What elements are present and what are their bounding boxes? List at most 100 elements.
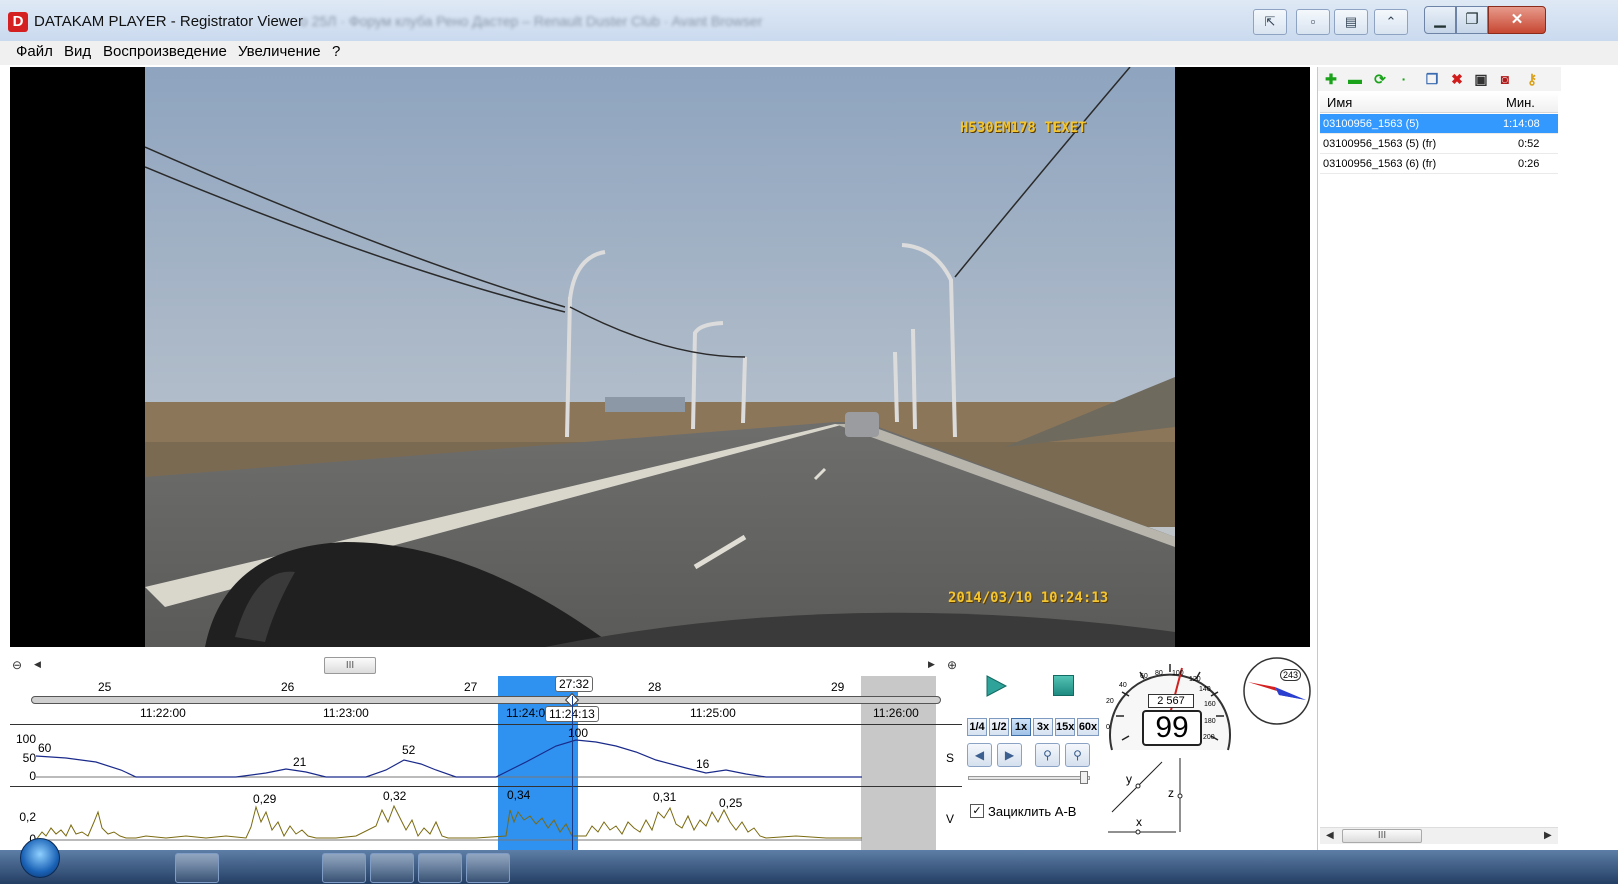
- menu-zoom[interactable]: Увеличение: [238, 43, 321, 60]
- taskbar-app-button[interactable]: [466, 853, 510, 883]
- axis-y-label: y: [1126, 772, 1132, 786]
- minute-tick: 29: [831, 680, 845, 694]
- speed-1x-button[interactable]: 1x: [1011, 718, 1031, 736]
- speed-quarter-button[interactable]: 1/4: [967, 718, 987, 736]
- name-column-header[interactable]: Имя: [1327, 95, 1352, 110]
- position-slider-track[interactable]: [31, 696, 941, 704]
- accel-series-label: V: [946, 812, 955, 826]
- minimize-button[interactable]: ▁: [1424, 6, 1456, 34]
- close-button[interactable]: ✕: [1488, 6, 1546, 34]
- timeline-panel[interactable]: ⊖ ◀ III ▶ ⊕ 25 26 27 28 29 27:32 11:22:0…: [10, 652, 962, 852]
- chevron-left-icon: ◀: [974, 748, 985, 762]
- file-list-panel: ✚ ▬ ⟳ · ❐ ✖ ▣ ◙ ⚷ Имя Мин. 03100956_1563…: [1317, 67, 1561, 850]
- speedometer-scale: 60: [1140, 673, 1148, 680]
- volume-slider-track[interactable]: [968, 776, 1090, 780]
- restore-small-button[interactable]: ▫: [1296, 9, 1330, 35]
- snapshot-icon[interactable]: ◙: [1496, 70, 1514, 88]
- axis-x-label: x: [1136, 815, 1142, 829]
- speedometer-scale: 120: [1189, 676, 1201, 683]
- speed-3x-button[interactable]: 3x: [1033, 718, 1053, 736]
- speed-display: 99: [1142, 710, 1202, 746]
- speedometer-scale: 160: [1204, 701, 1216, 708]
- taskbar-app-button[interactable]: [418, 853, 462, 883]
- osd-plate-text: Н530ЕМ178 ТЕХЕТ: [960, 120, 1087, 136]
- delete-icon[interactable]: ✖: [1448, 70, 1466, 88]
- speedometer-scale: 40: [1119, 682, 1127, 689]
- play-icon[interactable]: [984, 674, 1008, 698]
- road-scene-image: [145, 67, 1175, 647]
- stop-icon[interactable]: [1053, 675, 1074, 696]
- accelerometer-axes: [1108, 758, 1183, 835]
- copy-icon[interactable]: ❐: [1423, 70, 1441, 88]
- file-duration: 0:26: [1518, 158, 1540, 170]
- file-name: 03100956_1563 (5): [1323, 118, 1420, 130]
- compass-heading: 243: [1280, 669, 1302, 681]
- pin-button[interactable]: ⇱: [1253, 9, 1287, 35]
- duration-column-header[interactable]: Мин.: [1506, 95, 1535, 110]
- scroll-right-icon[interactable]: ▶: [1544, 830, 1552, 841]
- refresh-icon[interactable]: ⟳: [1371, 70, 1389, 88]
- speedometer-scale: 140: [1199, 686, 1211, 693]
- zoom-out-video-button[interactable]: ⚲: [1065, 743, 1090, 767]
- menu-help[interactable]: ?: [332, 43, 340, 60]
- save-icon[interactable]: ▣: [1472, 70, 1490, 88]
- file-row-selected[interactable]: 03100956_1563 (5) 1:14:08: [1320, 114, 1558, 134]
- file-toolbar: ✚ ▬ ⟳ · ❐ ✖ ▣ ◙ ⚷: [1318, 67, 1561, 91]
- menu-view[interactable]: Вид: [64, 43, 91, 60]
- file-row[interactable]: 03100956_1563 (5) (fr) 0:52: [1320, 134, 1558, 154]
- speed-axis-tick: 100: [15, 732, 36, 746]
- timeline-scroll-thumb[interactable]: III: [324, 657, 376, 674]
- add-icon[interactable]: ✚: [1322, 70, 1340, 88]
- file-list-scrollbar[interactable]: ◀ III ▶: [1320, 827, 1558, 844]
- dot-icon[interactable]: ·: [1395, 70, 1413, 88]
- time-tick: 11:23:00: [323, 706, 369, 720]
- scroll-left-icon[interactable]: ◀: [1326, 830, 1334, 841]
- maximize-button[interactable]: ❐: [1456, 6, 1488, 34]
- minute-tick: 25: [98, 680, 112, 694]
- collapse-button[interactable]: ⌃: [1374, 9, 1408, 35]
- remove-icon[interactable]: ▬: [1346, 70, 1364, 88]
- zoom-out-icon[interactable]: ⊖: [12, 658, 22, 672]
- speed-chart: [36, 739, 862, 778]
- start-button[interactable]: [20, 838, 60, 878]
- windows-taskbar: [0, 850, 1618, 884]
- taskbar-app-button[interactable]: [175, 853, 219, 883]
- accel-peak-label: 0,32: [383, 789, 407, 803]
- scroll-thumb[interactable]: III: [1342, 829, 1422, 843]
- zoom-in-icon[interactable]: ⊕: [947, 658, 957, 672]
- playback-cursor[interactable]: [572, 696, 573, 852]
- divider: [10, 786, 962, 787]
- menu-playback[interactable]: Воспроизведение: [103, 43, 227, 60]
- taskbar-app-button[interactable]: [370, 853, 414, 883]
- scroll-right-icon[interactable]: ▶: [928, 659, 935, 670]
- time-tick: 11:26:00: [873, 706, 919, 720]
- speed-axis-tick: 0: [29, 769, 36, 783]
- accel-peak-label: 0,25: [719, 796, 743, 810]
- magnifier-large-icon: ⚲: [1073, 748, 1082, 762]
- minute-tick: 28: [648, 680, 662, 694]
- video-viewport[interactable]: Н530ЕМ178 ТЕХЕТ 2014/03/10 10:24:13: [10, 67, 1310, 647]
- speed-15x-button[interactable]: 15x: [1055, 718, 1075, 736]
- osd-datetime-text: 2014/03/10 10:24:13: [948, 590, 1109, 606]
- accel-peak-label: 0,29: [253, 792, 277, 806]
- speed-60x-button[interactable]: 60x: [1077, 718, 1099, 736]
- zoom-in-video-button[interactable]: ⚲: [1035, 743, 1060, 767]
- speed-half-button[interactable]: 1/2: [989, 718, 1009, 736]
- window-title: DATAKAM PLAYER - Registrator Viewer: [34, 13, 303, 30]
- speed-peak-label: 60: [38, 741, 52, 755]
- prev-frame-button[interactable]: ◀: [967, 743, 992, 767]
- layout-button[interactable]: ▤: [1334, 9, 1368, 35]
- file-row[interactable]: 03100956_1563 (6) (fr) 0:26: [1320, 154, 1558, 174]
- speed-peak-label: 100: [568, 726, 589, 740]
- minute-tick: 27: [464, 680, 478, 694]
- menu-file[interactable]: Файл: [16, 43, 53, 60]
- taskbar-app-button[interactable]: [322, 853, 366, 883]
- menu-bar: Файл Вид Воспроизведение Увеличение ?: [0, 41, 1618, 65]
- next-frame-button[interactable]: ▶: [997, 743, 1022, 767]
- key-icon[interactable]: ⚷: [1523, 70, 1541, 88]
- scroll-left-icon[interactable]: ◀: [34, 659, 41, 670]
- volume-slider-handle[interactable]: [1080, 771, 1088, 784]
- speed-axis-tick: 50: [22, 751, 36, 765]
- accel-peak-label: 0,31: [653, 790, 677, 804]
- loop-ab-checkbox[interactable]: ✓: [970, 804, 984, 818]
